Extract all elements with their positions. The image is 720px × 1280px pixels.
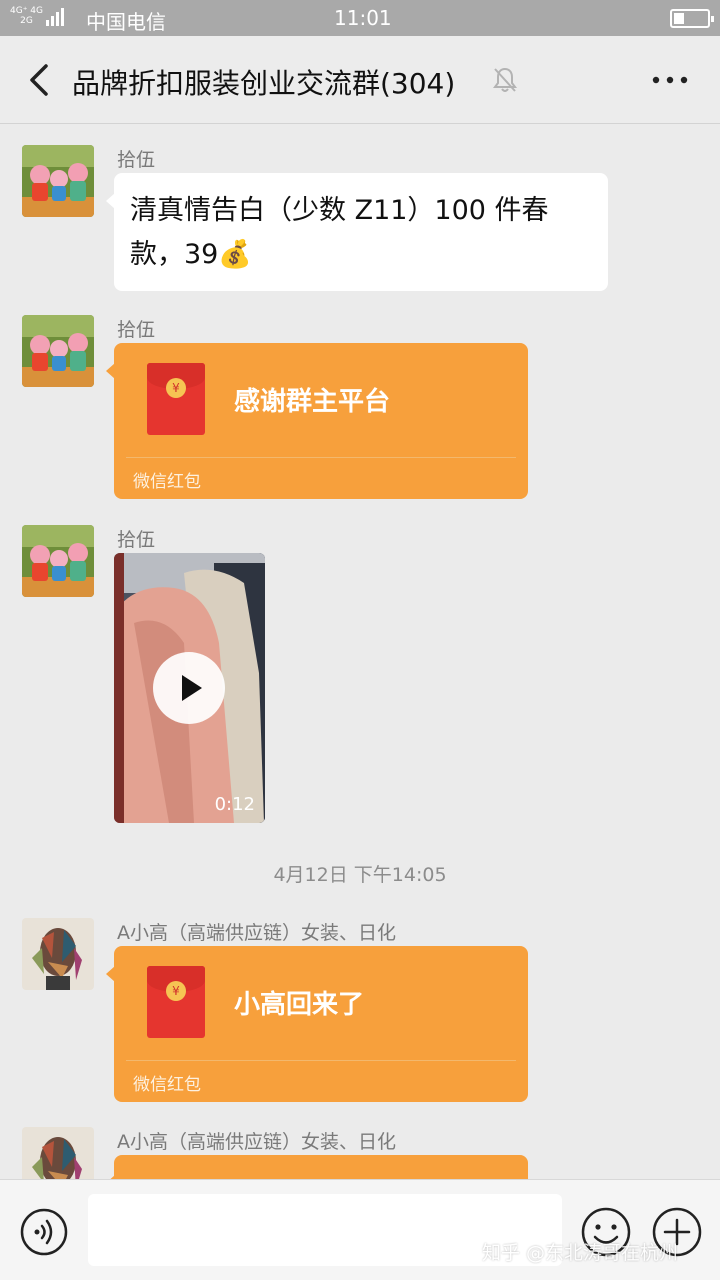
chat-title: 品牌折扣服装创业交流群(304) xyxy=(72,67,456,100)
sender-name: A小高（高端供应链）女装、日化 xyxy=(117,1131,396,1153)
video-duration: 0:12 xyxy=(214,794,255,815)
text-message-bubble[interactable]: 清真情告白（少数 Z11）100 件春款，39💰 xyxy=(106,173,608,291)
sender-name: 拾伍 xyxy=(117,149,156,171)
carrier-name: 中国电信 xyxy=(86,10,166,34)
battery-icon xyxy=(670,9,714,28)
avatar[interactable] xyxy=(22,315,94,387)
message-item: A小高（高端供应链）女装、日化 xyxy=(0,1127,720,1179)
red-envelope-icon: ¥ xyxy=(147,966,205,1038)
bell-muted-icon xyxy=(493,67,517,92)
red-packet-label: 微信红包 xyxy=(133,472,201,492)
red-packet-card[interactable] xyxy=(106,1155,528,1179)
divider xyxy=(126,457,516,458)
video-message[interactable]: 0:12 xyxy=(114,553,265,823)
back-arrow-icon[interactable] xyxy=(22,60,62,100)
network-type-top: 4G⁺ 4G xyxy=(10,6,44,16)
message-item: 拾伍 0:12 xyxy=(0,525,720,835)
sender-name: A小高（高端供应链）女装、日化 xyxy=(117,922,396,944)
message-list[interactable]: 拾伍 清真情告白（少数 Z11）100 件春款，39💰 拾伍 ¥ 感谢群主平台 … xyxy=(0,125,720,1179)
message-item: A小高（高端供应链）女装、日化 ¥ 小高回来了 微信红包 xyxy=(0,918,720,1108)
network-type-bottom: 2G xyxy=(20,16,33,26)
red-envelope-icon: ¥ xyxy=(147,363,205,435)
avatar[interactable] xyxy=(22,525,94,597)
red-packet-card[interactable]: ¥ 感谢群主平台 微信红包 xyxy=(106,343,528,499)
avatar[interactable] xyxy=(22,1127,94,1179)
play-icon[interactable] xyxy=(153,652,225,724)
voice-icon[interactable] xyxy=(20,1208,68,1256)
chat-timestamp: 4月12日 下午14:05 xyxy=(273,864,447,886)
divider xyxy=(126,1060,516,1061)
clock: 11:01 xyxy=(334,6,392,30)
message-item: 拾伍 ¥ 感谢群主平台 微信红包 xyxy=(0,315,720,505)
avatar[interactable] xyxy=(22,918,94,990)
status-bar: 4G⁺ 4G 2G 中国电信 11:01 xyxy=(0,0,720,36)
sender-name: 拾伍 xyxy=(117,319,156,341)
red-packet-label: 微信红包 xyxy=(133,1075,201,1095)
red-packet-card[interactable]: ¥ 小高回来了 微信红包 xyxy=(106,946,528,1102)
signal-indicator: 4G⁺ 4G 2G xyxy=(10,6,65,26)
message-item: 拾伍 清真情告白（少数 Z11）100 件春款，39💰 xyxy=(0,145,720,295)
avatar[interactable] xyxy=(22,145,94,217)
watermark: 知乎 @东北涛哥在杭州 xyxy=(482,1242,679,1264)
sender-name: 拾伍 xyxy=(117,529,156,551)
more-dots-icon[interactable] xyxy=(650,66,690,94)
chat-header: 品牌折扣服装创业交流群(304) xyxy=(0,36,720,124)
signal-bars-icon xyxy=(46,6,65,26)
red-packet-title: 小高回来了 xyxy=(234,990,365,1020)
red-packet-title: 感谢群主平台 xyxy=(234,387,391,417)
message-text: 清真情告白（少数 Z11）100 件春款，39💰 xyxy=(130,195,549,270)
